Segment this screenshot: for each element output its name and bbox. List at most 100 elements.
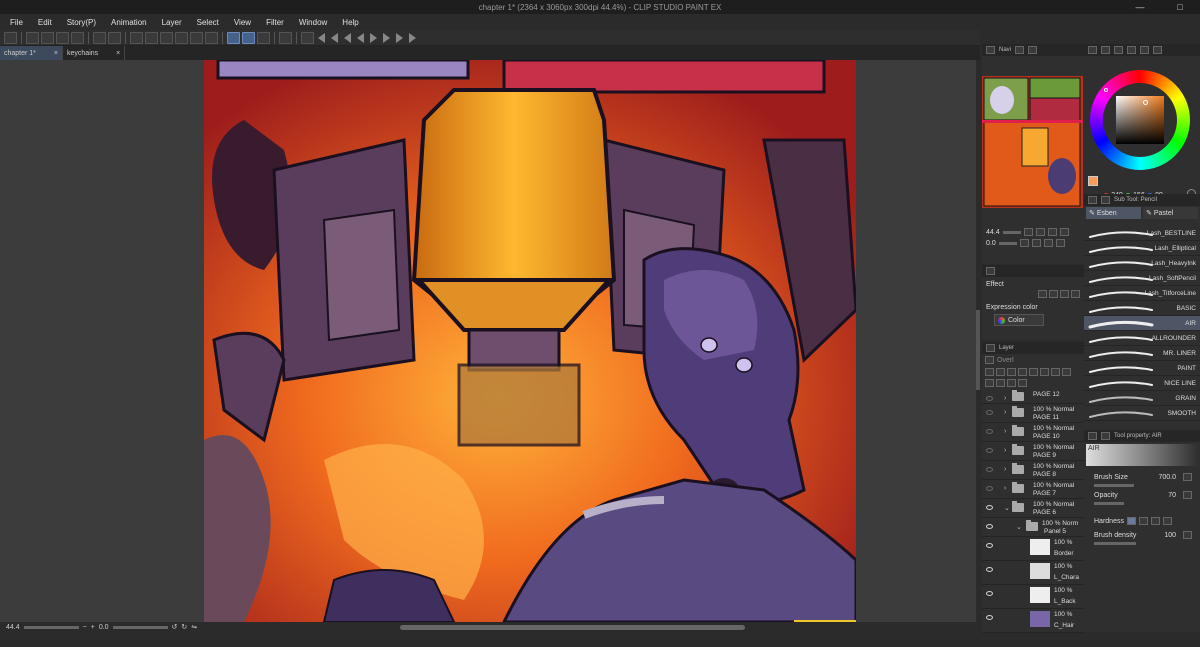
subview-tab-icon[interactable]: [1015, 46, 1025, 54]
rotate-right-icon[interactable]: [1031, 239, 1041, 247]
density-pressure-icon[interactable]: [1183, 531, 1192, 539]
layer-color-icon[interactable]: [1071, 290, 1080, 298]
menu-view[interactable]: View: [234, 18, 251, 27]
tab-keychains[interactable]: keychains ×: [63, 46, 126, 60]
mask-icon[interactable]: [1040, 368, 1049, 376]
maximize-button[interactable]: □: [1160, 0, 1200, 14]
hardness-step-2[interactable]: [1138, 517, 1148, 525]
tab-esben[interactable]: ✎ Esben: [1086, 207, 1141, 219]
clear-icon[interactable]: [130, 31, 143, 44]
chevron-right-icon[interactable]: ›: [1004, 428, 1006, 435]
opacity-value[interactable]: 70: [1168, 492, 1176, 499]
zoom-in-icon[interactable]: [1035, 228, 1045, 236]
delete-layer-icon[interactable]: [1018, 379, 1027, 387]
zoom-slider[interactable]: [23, 625, 79, 629]
eye-icon[interactable]: [986, 591, 993, 596]
chevron-right-icon[interactable]: ›: [1004, 447, 1006, 454]
undo-icon[interactable]: [93, 31, 106, 44]
navigator-zoom-slider[interactable]: [1002, 230, 1021, 234]
tool-property-menu-icon[interactable]: [1088, 432, 1097, 440]
menu-file[interactable]: File: [10, 18, 23, 27]
new-file-icon[interactable]: [26, 31, 39, 44]
layer-row[interactable]: 100 % Border: [982, 537, 1084, 561]
brush-item[interactable]: GRAIN: [1084, 391, 1200, 406]
layer-row[interactable]: 100 % L_Chara: [982, 561, 1084, 585]
brush-density-value[interactable]: 100: [1164, 532, 1176, 539]
vertical-scrollbar[interactable]: [976, 60, 980, 622]
main-color-swatch[interactable]: [1088, 176, 1098, 186]
chevron-down-icon[interactable]: ⌄: [1004, 504, 1010, 512]
reference-layer-icon[interactable]: [1007, 368, 1016, 376]
transform-icon[interactable]: [160, 31, 173, 44]
color-picker-handle[interactable]: [1143, 100, 1148, 105]
zoom-in-icon[interactable]: +: [91, 624, 95, 631]
layer-row[interactable]: › 100 % Normal PAGE 8: [982, 461, 1084, 480]
eye-icon[interactable]: [986, 567, 993, 572]
snap-ruler-icon[interactable]: [227, 31, 240, 44]
deselect-icon[interactable]: [175, 31, 188, 44]
color-history-tab-icon[interactable]: [1153, 46, 1162, 54]
brush-item[interactable]: ALLROUNDER: [1084, 331, 1200, 346]
fit-screen-icon[interactable]: [1047, 228, 1057, 236]
saturation-value-square[interactable]: [1116, 96, 1164, 144]
info-tab-icon[interactable]: [1028, 46, 1038, 54]
rotate-right-icon[interactable]: ↻: [181, 623, 187, 631]
eye-icon[interactable]: [986, 429, 993, 434]
eye-icon[interactable]: [986, 524, 993, 529]
prev-page-icon[interactable]: [344, 32, 351, 43]
rotate-left-icon[interactable]: [1019, 239, 1029, 247]
hardness-step-3[interactable]: [1150, 517, 1160, 525]
navigator-thumbnail[interactable]: [982, 76, 1083, 208]
eye-icon[interactable]: [986, 543, 993, 548]
first-page-icon[interactable]: [318, 32, 325, 43]
new-folder-icon[interactable]: [985, 379, 994, 387]
border-effect-icon[interactable]: [1038, 290, 1047, 298]
opacity-slider[interactable]: [1094, 502, 1124, 505]
save-icon[interactable]: [56, 31, 69, 44]
clip-studio-icon[interactable]: [301, 31, 314, 44]
fill-icon[interactable]: [145, 31, 158, 44]
zoom-value[interactable]: 44.4: [6, 624, 20, 631]
rotation-value[interactable]: 0.0: [99, 624, 109, 631]
close-tab-icon[interactable]: ×: [116, 50, 120, 57]
merge-icon[interactable]: [1007, 379, 1016, 387]
layer-row[interactable]: 100 % C_Hair: [982, 609, 1084, 633]
snap-special-ruler-icon[interactable]: [242, 31, 255, 44]
brush-item[interactable]: PAINT: [1084, 361, 1200, 376]
step-back-icon[interactable]: [357, 32, 364, 43]
clip-layer-icon[interactable]: [996, 368, 1005, 376]
eye-icon[interactable]: [986, 505, 993, 510]
menu-window[interactable]: Window: [299, 18, 327, 27]
navigator-tab[interactable]: Navi: [999, 47, 1011, 53]
tab-pastel[interactable]: ✎ Pastel: [1143, 207, 1198, 219]
next-page-icon[interactable]: [383, 32, 390, 43]
redo-icon[interactable]: [108, 31, 121, 44]
navigator-rotation[interactable]: 0.0: [986, 240, 996, 247]
lock-transparent-icon[interactable]: [985, 368, 994, 376]
chevron-right-icon[interactable]: ›: [1004, 409, 1006, 416]
color-slider-tab-icon[interactable]: [1101, 46, 1110, 54]
blend-mode-select[interactable]: Overl: [997, 357, 1014, 364]
actual-size-icon[interactable]: [1059, 228, 1069, 236]
layer-row[interactable]: ⌄ 100 % Normal PAGE 6: [982, 499, 1084, 518]
brush-density-slider[interactable]: [1094, 542, 1136, 545]
layer-row[interactable]: › 100 % Normal PAGE 7: [982, 480, 1084, 499]
rotation-slider[interactable]: [112, 625, 168, 629]
menu-select[interactable]: Select: [197, 18, 219, 27]
app-icon[interactable]: [4, 31, 17, 44]
brush-item[interactable]: AIR: [1084, 316, 1200, 331]
brush-size-value[interactable]: 700.0: [1158, 474, 1176, 481]
layer-row[interactable]: › 100 % Normal PAGE 9: [982, 442, 1084, 461]
flip-horizontal-icon[interactable]: [1055, 239, 1065, 247]
draft-layer-icon[interactable]: [1018, 368, 1027, 376]
export-icon[interactable]: [71, 31, 84, 44]
menu-story[interactable]: Story(P): [67, 18, 96, 27]
layer-row[interactable]: 100 % L_Back: [982, 585, 1084, 609]
brush-item[interactable]: Lash_Elliptical: [1084, 241, 1200, 256]
eye-icon[interactable]: [986, 486, 993, 491]
layer-row[interactable]: › PAGE 12: [982, 390, 1084, 404]
menu-edit[interactable]: Edit: [38, 18, 52, 27]
brush-item[interactable]: Lash_BESTLINE: [1084, 226, 1200, 241]
last-page-icon[interactable]: [409, 32, 416, 43]
chevron-right-icon[interactable]: ›: [1004, 395, 1006, 402]
